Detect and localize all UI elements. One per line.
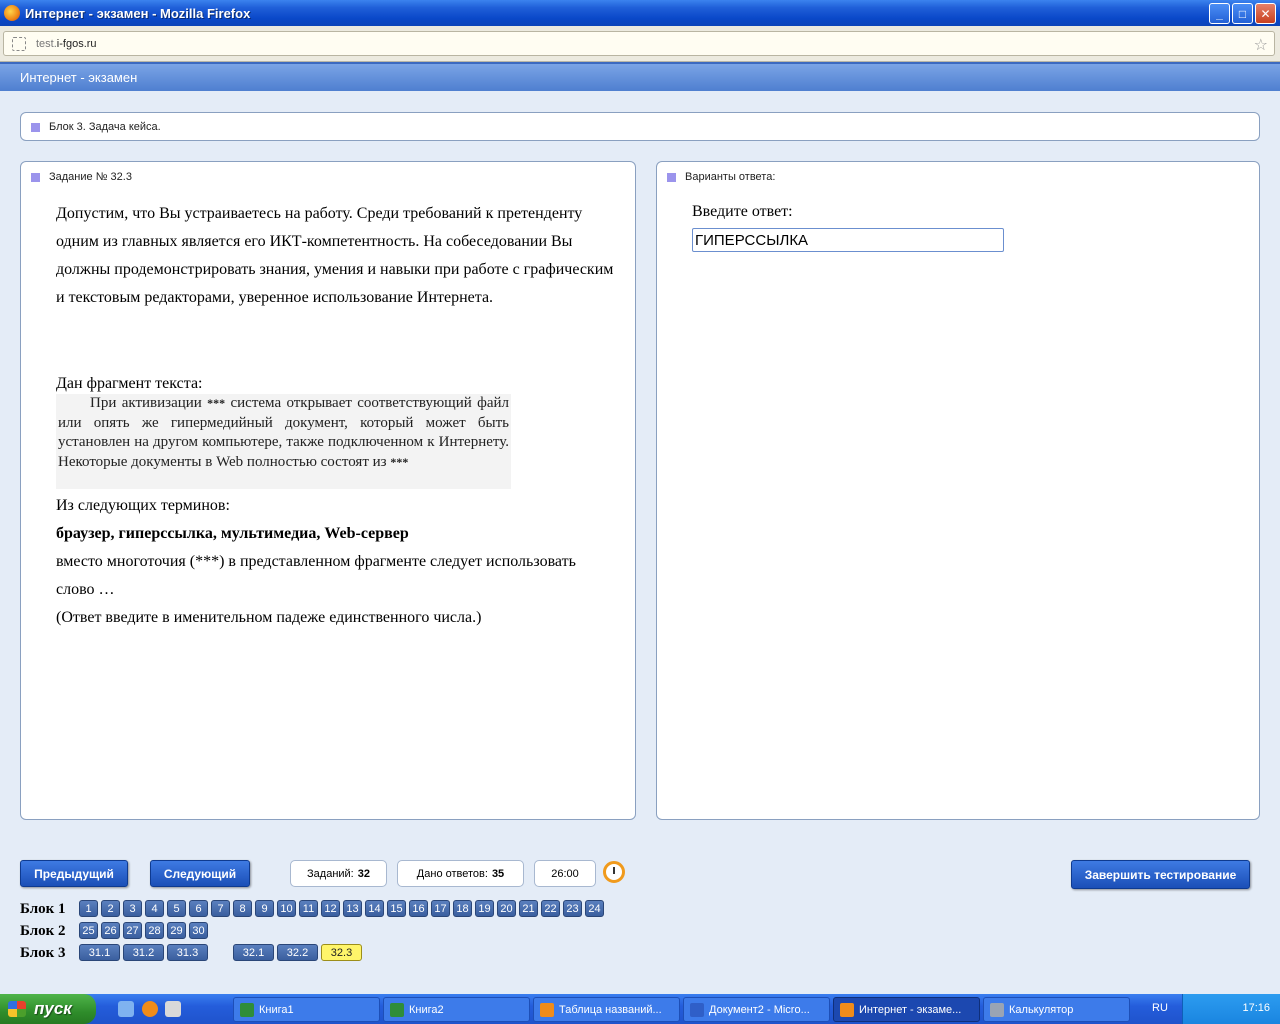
page-icon [12, 36, 26, 51]
question-button[interactable]: 14 [365, 900, 384, 917]
system-tray: 17:16 [1182, 994, 1280, 1024]
task-number: Задание № 32.3 [49, 171, 132, 183]
window-title-bar[interactable]: Интернет - экзамен - Mozilla Firefox _ □… [0, 0, 1280, 26]
question-button[interactable]: 4 [145, 900, 164, 917]
question-button[interactable]: 9 [255, 900, 274, 917]
question-button[interactable]: 7 [211, 900, 230, 917]
app-icon [840, 1002, 854, 1017]
question-button[interactable]: 18 [453, 900, 472, 917]
bookmark-star-icon[interactable]: ☆ [1254, 35, 1268, 55]
question-button[interactable]: 13 [343, 900, 362, 917]
finish-test-button[interactable]: Завершить тестирование [1071, 860, 1250, 889]
question-button[interactable]: 17 [431, 900, 450, 917]
question-button[interactable]: 29 [167, 922, 186, 939]
url-field[interactable]: test.i-fgos.ru ☆ [3, 31, 1275, 56]
question-button[interactable]: 10 [277, 900, 296, 917]
app-icon [540, 1002, 554, 1017]
question-button[interactable]: 31.3 [167, 944, 208, 961]
block3-label: Блок 3 [20, 945, 66, 961]
close-button[interactable]: ✕ [1255, 3, 1276, 24]
taskbar-item[interactable]: Книга1 [233, 997, 380, 1022]
minimize-button[interactable]: _ [1209, 3, 1230, 24]
app-icon [390, 1002, 404, 1017]
maximize-button[interactable]: □ [1232, 3, 1253, 24]
question-button[interactable]: 22 [541, 900, 560, 917]
app-quicklaunch-icon[interactable] [165, 1001, 181, 1017]
tasks-counter: Заданий: 32 [290, 860, 387, 887]
task-terms: браузер, гиперссылка, мультимедиа, Web-с… [56, 525, 409, 542]
question-button[interactable]: 27 [123, 922, 142, 939]
clock: 17:16 [1242, 1002, 1270, 1014]
answer-prompt: Введите ответ: [692, 203, 793, 220]
taskbar-item[interactable]: Таблица названий... [533, 997, 680, 1022]
question-button[interactable]: 3 [123, 900, 142, 917]
question-button[interactable]: 21 [519, 900, 538, 917]
question-button[interactable]: 15 [387, 900, 406, 917]
question-button[interactable]: 32.1 [233, 944, 274, 961]
firefox-icon [4, 5, 20, 21]
question-button[interactable]: 28 [145, 922, 164, 939]
timer: 26:00 [534, 860, 596, 887]
question-button[interactable]: 32.3 [321, 944, 362, 961]
question-button[interactable]: 32.2 [277, 944, 318, 961]
taskbar-item[interactable]: Документ2 - Micro... [683, 997, 830, 1022]
bullet-square-icon [667, 172, 676, 182]
question-button[interactable]: 31.2 [123, 944, 164, 961]
firefox-quicklaunch-icon[interactable] [142, 1001, 158, 1017]
question-button[interactable]: 26 [101, 922, 120, 939]
task-panel: Задание № 32.3 Допустим, что Вы устраива… [20, 161, 636, 820]
app-header: Интернет - экзамен [0, 62, 1280, 91]
answers-panel: Варианты ответа: Введите ответ: [656, 161, 1260, 820]
answered-counter: Дано ответов: 35 [397, 860, 524, 887]
text-fragment: При активизации *** система открывает со… [56, 394, 511, 489]
next-button[interactable]: Следующий [150, 860, 250, 887]
task-from-terms: Из следующих терминов: [56, 497, 230, 514]
address-bar: test.i-fgos.ru ☆ [0, 26, 1280, 62]
bullet-square-icon [31, 122, 40, 132]
taskbar-item[interactable]: Книга2 [383, 997, 530, 1022]
taskbar-item[interactable]: Интернет - экзаме... [833, 997, 980, 1022]
language-indicator[interactable]: RU [1152, 1002, 1168, 1014]
question-button[interactable]: 2 [101, 900, 120, 917]
taskbar-item[interactable]: Калькулятор [983, 997, 1130, 1022]
task-question: вместо многоточия (***) в представленном… [56, 553, 576, 626]
start-button[interactable]: пуск [0, 994, 96, 1024]
window-title: Интернет - экзамен - Mozilla Firefox [25, 5, 251, 21]
task-intro: Допустим, что Вы устраиваетесь на работу… [56, 205, 614, 306]
app-icon [990, 1002, 1004, 1017]
question-button[interactable]: 1 [79, 900, 98, 917]
block-label: Блок 3. Задача кейса. [49, 121, 161, 133]
question-button[interactable]: 24 [585, 900, 604, 917]
app-title: Интернет - экзамен [20, 70, 138, 85]
block2-label: Блок 2 [20, 923, 66, 939]
question-button[interactable]: 23 [563, 900, 582, 917]
question-button[interactable]: 12 [321, 900, 340, 917]
question-button[interactable]: 6 [189, 900, 208, 917]
taskbar: пуск Книга1 Книга2 Таблица названий... Доку… [0, 994, 1280, 1024]
question-button[interactable]: 20 [497, 900, 516, 917]
block-bar: Блок 3. Задача кейса. [20, 112, 1260, 141]
question-button[interactable]: 31.1 [79, 944, 120, 961]
ie-icon[interactable] [118, 1001, 134, 1017]
previous-button[interactable]: Предыдущий [20, 860, 128, 887]
answer-input[interactable] [692, 228, 1004, 252]
app-icon [690, 1002, 704, 1017]
app-icon [240, 1002, 254, 1017]
question-button[interactable]: 8 [233, 900, 252, 917]
question-button[interactable]: 16 [409, 900, 428, 917]
alarm-clock-icon [603, 861, 625, 883]
question-button[interactable]: 30 [189, 922, 208, 939]
bullet-square-icon [31, 172, 40, 182]
block1-label: Блок 1 [20, 901, 66, 917]
windows-logo-icon [8, 1001, 26, 1017]
answers-header: Варианты ответа: [685, 171, 776, 183]
url-text: test.i-fgos.ru [36, 37, 97, 50]
question-button[interactable]: 25 [79, 922, 98, 939]
question-button[interactable]: 5 [167, 900, 186, 917]
question-button[interactable]: 19 [475, 900, 494, 917]
question-button[interactable]: 11 [299, 900, 318, 917]
